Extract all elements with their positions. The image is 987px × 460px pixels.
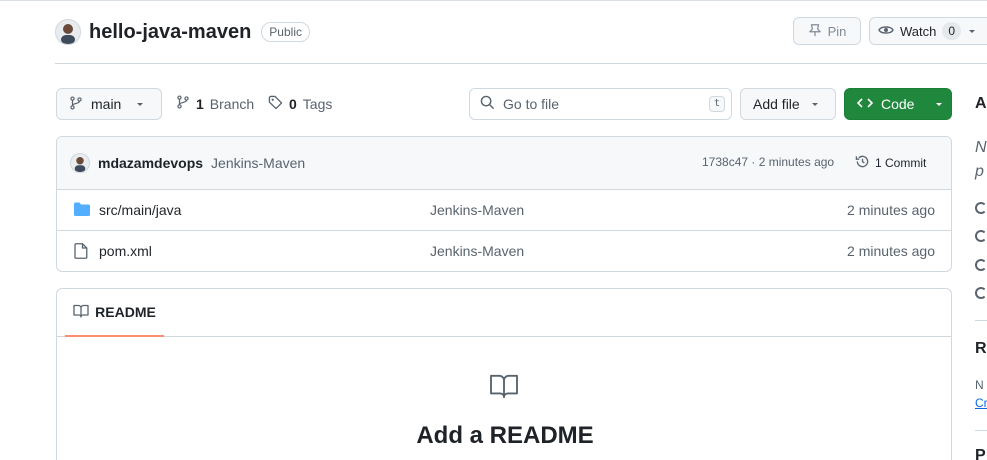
commits-link[interactable]: 1 Commit (855, 154, 926, 172)
commit-author-link[interactable]: mdazamdevops (98, 155, 203, 171)
folder-icon (74, 202, 90, 219)
eye-icon (975, 259, 987, 271)
commits-label: 1 Commit (875, 156, 927, 170)
fork-icon (975, 287, 987, 299)
go-to-file-input[interactable]: Go to file t (469, 88, 732, 120)
pin-icon (808, 23, 822, 40)
file-name-link[interactable]: pom.xml (99, 243, 152, 259)
branch-name: main (91, 96, 122, 112)
file-commit-message[interactable]: Jenkins-Maven (430, 243, 524, 259)
visibility-badge: Public (261, 22, 310, 42)
history-icon (855, 154, 870, 172)
releases-heading: R (975, 340, 987, 357)
commit-meta[interactable]: 1738c47 · 2 minutes ago (702, 155, 834, 169)
header-divider (55, 63, 987, 64)
top-border (0, 0, 987, 1)
file-time: 2 minutes ago (847, 202, 935, 218)
code-icon (856, 96, 874, 113)
file-icon (74, 243, 88, 262)
owner-avatar[interactable] (55, 19, 81, 45)
tag-icon (268, 95, 283, 113)
watch-button[interactable]: Watch 0 (869, 17, 987, 45)
releases-empty-text: N (975, 378, 984, 392)
git-branch-icon (176, 95, 190, 112)
commit-message-link[interactable]: Jenkins-Maven (211, 155, 305, 171)
file-commit-message[interactable]: Jenkins-Maven (430, 202, 524, 218)
code-button[interactable]: Code (844, 88, 952, 120)
create-release-link[interactable]: Cr (975, 396, 987, 410)
branch-count-label: Branch (209, 95, 255, 112)
add-readme-heading: Add a README (416, 422, 594, 449)
watch-counter: 0 (942, 22, 962, 40)
tab-readme[interactable]: README (65, 289, 164, 337)
shortcut-key: t (708, 96, 725, 112)
chevron-down-icon (967, 24, 977, 39)
tag-count-label: Tags (302, 96, 333, 112)
readme-panel: README Add a README (56, 288, 952, 460)
packages-heading: P (975, 447, 986, 460)
code-label: Code (881, 96, 915, 112)
add-file-label: Add file (753, 96, 800, 112)
author-avatar[interactable] (70, 153, 90, 173)
file-table: mdazamdevops Jenkins-Maven 1738c47 · 2 m… (56, 136, 952, 272)
activity-icon (975, 202, 987, 214)
file-row[interactable]: src/main/java Jenkins-Maven 2 minutes ag… (57, 190, 951, 231)
about-heading: A (975, 95, 987, 112)
chevron-down-icon (810, 96, 820, 112)
branch-selector-button[interactable]: main (56, 88, 162, 120)
pin-label: Pin (827, 23, 847, 39)
sidebar-divider (975, 430, 987, 431)
sidebar-divider (975, 320, 987, 321)
repo-name-link[interactable]: hello-java-maven (89, 21, 251, 44)
add-file-button[interactable]: Add file (740, 88, 836, 120)
chevron-down-icon (135, 96, 145, 112)
latest-commit-row: mdazamdevops Jenkins-Maven 1738c47 · 2 m… (57, 137, 951, 190)
search-placeholder: Go to file (503, 96, 560, 112)
search-icon (480, 95, 495, 113)
file-name-link[interactable]: src/main/java (99, 202, 181, 218)
watch-label: Watch (900, 23, 937, 39)
tags-link[interactable]: 0 Tags (268, 95, 332, 113)
star-icon (975, 230, 987, 242)
branches-link[interactable]: 1 Branch (176, 95, 254, 112)
about-description: N p (975, 136, 987, 184)
branch-count: 1 (196, 95, 204, 112)
about-description-line: p (975, 163, 984, 180)
readme-tab-label: README (95, 304, 156, 320)
chevron-down-icon (934, 96, 944, 112)
file-time: 2 minutes ago (847, 243, 935, 259)
readme-tabbar: README (57, 289, 951, 337)
eye-icon (878, 22, 894, 41)
repo-header: hello-java-maven Public (55, 18, 310, 46)
book-icon (73, 304, 89, 321)
about-description-line: N (975, 139, 987, 156)
pin-button[interactable]: Pin (793, 17, 861, 45)
file-row[interactable]: pom.xml Jenkins-Maven 2 minutes ago (57, 231, 951, 271)
tag-count: 0 (289, 96, 297, 112)
book-icon (487, 373, 521, 402)
git-branch-icon (69, 95, 83, 113)
